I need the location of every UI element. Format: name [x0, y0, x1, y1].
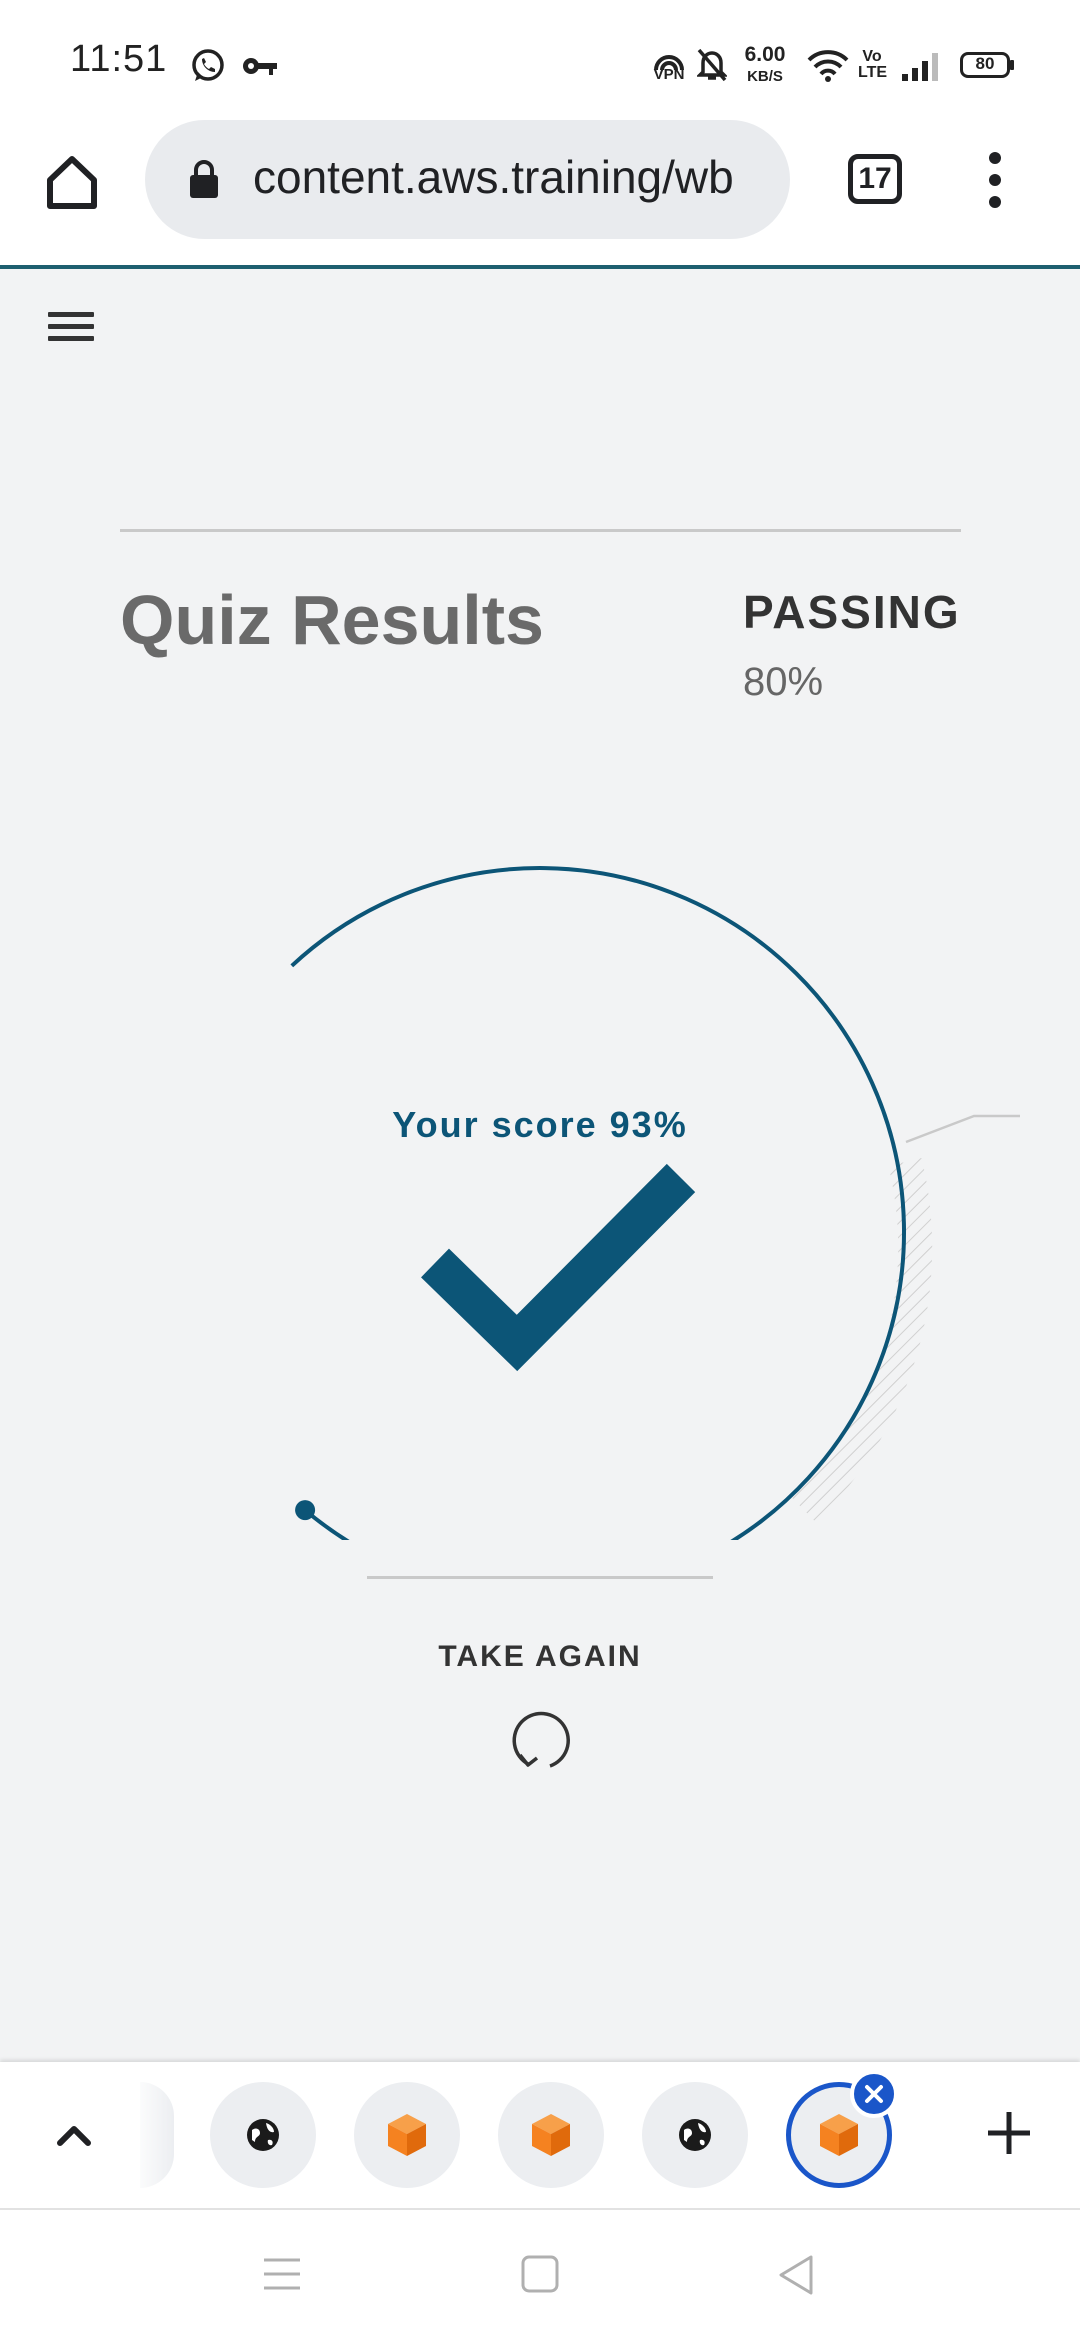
home-icon: [47, 156, 97, 209]
close-icon: [865, 2085, 883, 2103]
close-tab-button[interactable]: [850, 2070, 898, 2118]
tab-item[interactable]: [210, 2082, 316, 2188]
passing-marker-line: [905, 1114, 1020, 1144]
page-title: Quiz Results: [120, 581, 544, 659]
bell-muted-icon: [697, 48, 727, 82]
tab-item[interactable]: [354, 2082, 460, 2188]
more-menu-button[interactable]: [975, 150, 1015, 210]
passing-label: PASSING: [743, 586, 961, 638]
aws-cube-icon: [532, 2114, 570, 2156]
passing-zone-hatch: [792, 1158, 933, 1523]
tab-item[interactable]: [642, 2082, 748, 2188]
signal-icon: [902, 53, 938, 81]
status-bar: 11:51 VPN 6.00 KB/S Vo LTE 80: [0, 0, 1080, 120]
score-arc: [290, 866, 906, 1540]
menu-line: [48, 336, 94, 341]
aws-cube-icon: [388, 2114, 426, 2156]
dot-icon: [989, 174, 1001, 186]
status-time: 11:51: [70, 38, 168, 80]
battery-tip: [1010, 60, 1014, 70]
menu-line: [48, 324, 94, 329]
wifi-icon: [807, 50, 849, 82]
hamburger-menu-button[interactable]: [48, 308, 100, 348]
score-marker: [295, 1500, 316, 1521]
menu-line: [48, 312, 94, 317]
take-again-button[interactable]: TAKE AGAIN: [390, 1640, 690, 1780]
net-speed-unit: KB/S: [747, 68, 783, 85]
battery-icon: 80: [960, 52, 1010, 78]
tab-item[interactable]: [498, 2082, 604, 2188]
checkmark-icon: [421, 1163, 696, 1372]
browser-toolbar: content.aws.training/wb 17: [0, 120, 1080, 266]
dot-icon: [989, 196, 1001, 208]
vpn-label: VPN: [653, 66, 685, 83]
system-nav-bar: [0, 2208, 1080, 2340]
tab-strip: [0, 2062, 1080, 2208]
volte-label-bottom: LTE: [858, 64, 888, 81]
divider-bottom: [367, 1576, 713, 1579]
score-gauge: [290, 866, 1020, 1540]
lock-icon: [190, 160, 218, 198]
reload-icon: [512, 1711, 570, 1768]
passing-value: 80%: [743, 660, 824, 704]
tab-partial[interactable]: [140, 2082, 174, 2188]
url-text: content.aws.training/wb: [253, 151, 734, 203]
whatsapp-icon: [192, 49, 224, 81]
score-text: Your score 93%: [392, 1104, 688, 1145]
dot-icon: [989, 152, 1001, 164]
address-bar[interactable]: content.aws.training/wb: [145, 120, 790, 239]
chevron-up-icon[interactable]: [46, 2107, 102, 2163]
battery-level: 80: [975, 54, 995, 73]
aws-cube-icon: [820, 2114, 858, 2156]
globe-icon: [247, 2119, 279, 2151]
home-button[interactable]: [36, 146, 108, 218]
divider-top: [120, 529, 961, 532]
add-tab-button[interactable]: [984, 2108, 1034, 2158]
net-speed-value: 6.00: [744, 43, 786, 66]
toolbar-bottom-line: [0, 265, 1080, 269]
back-triangle-icon[interactable]: [776, 2254, 816, 2296]
tab-switcher-button[interactable]: 17: [848, 154, 902, 204]
key-icon: [243, 58, 277, 75]
home-square-icon[interactable]: [520, 2254, 560, 2294]
take-again-label: TAKE AGAIN: [438, 1640, 642, 1673]
recents-menu-icon[interactable]: [262, 2256, 302, 2292]
globe-icon: [679, 2119, 711, 2151]
